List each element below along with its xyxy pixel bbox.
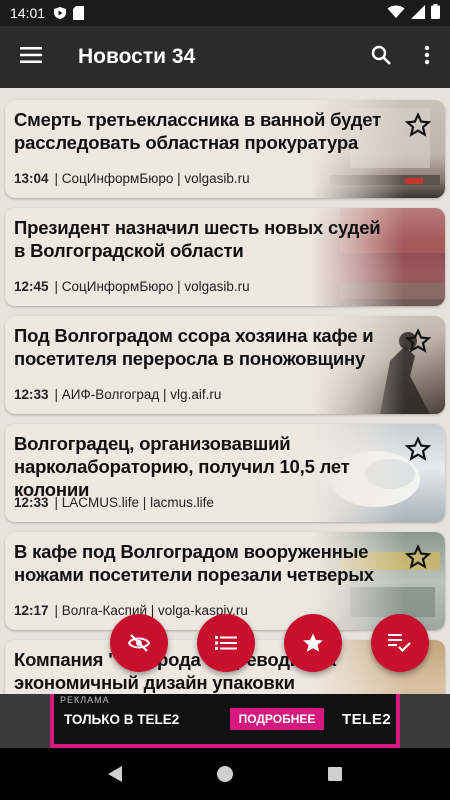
more-vert-icon [424, 45, 430, 70]
hide-read-button[interactable] [110, 614, 168, 672]
star-outline-icon [404, 544, 432, 569]
recents-button[interactable] [315, 754, 355, 794]
news-time: 12:33 [14, 495, 49, 510]
search-icon [371, 45, 391, 70]
list-view-button[interactable] [197, 614, 255, 672]
ad-text: ТОЛЬКО В TELE2 [64, 712, 180, 727]
back-triangle-icon [108, 766, 122, 782]
news-source: | АИФ-Волгоград | vlg.aif.ru [54, 387, 222, 402]
page-title: Новости 34 [78, 45, 196, 68]
recents-square-icon [328, 767, 342, 781]
star-filled-icon [303, 633, 323, 652]
favorite-button[interactable] [404, 544, 432, 570]
status-bar: 14:01 [0, 0, 450, 26]
news-source: | СоцИнформБюро | volgasib.ru [54, 171, 250, 186]
news-time: 12:33 [14, 387, 49, 402]
favorite-button[interactable] [404, 436, 432, 462]
favorite-button[interactable] [404, 112, 432, 138]
eye-off-icon [127, 634, 151, 652]
news-headline: Президент назначил шесть новых судей в В… [14, 217, 381, 261]
app-bar: Новости 34 [0, 26, 450, 88]
home-button[interactable] [205, 754, 245, 794]
system-nav-bar [0, 748, 450, 800]
news-source: | LACMUS.life | lacmus.life [54, 495, 214, 510]
star-outline-icon [404, 328, 432, 353]
news-card[interactable]: Смерть третьеклассника в ванной будет ра… [5, 100, 445, 198]
news-time: 12:17 [14, 603, 49, 618]
news-meta: 12:33 | LACMUS.life | lacmus.life [14, 495, 214, 510]
ad-banner[interactable]: РЕКЛАМА ТОЛЬКО В TELE2 ПОДРОБНЕЕ TELE2 [50, 694, 400, 748]
mark-all-read-button[interactable] [371, 614, 429, 672]
ad-cta-button[interactable]: ПОДРОБНЕЕ [230, 708, 324, 730]
news-headline: В кафе под Волгоградом вооруженные ножам… [14, 541, 374, 585]
news-meta: 13:04 | СоцИнформБюро | volgasib.ru [14, 171, 250, 186]
news-source: | СоцИнформБюро | volgasib.ru [54, 279, 250, 294]
news-time: 12:45 [14, 279, 49, 294]
favorites-button[interactable] [284, 614, 342, 672]
news-meta: 12:33 | АИФ-Волгоград | vlg.aif.ru [14, 387, 221, 402]
news-card[interactable]: Волгоградец, организовавший нарколаборат… [5, 424, 445, 522]
playlist-check-icon [388, 634, 411, 653]
more-options-button[interactable] [404, 26, 450, 88]
back-button[interactable] [95, 754, 135, 794]
ad-container: РЕКЛАМА ТОЛЬКО В TELE2 ПОДРОБНЕЕ TELE2 [0, 694, 450, 748]
news-headline: Смерть третьеклассника в ванной будет ра… [14, 109, 381, 153]
sd-card-icon [73, 6, 85, 20]
menu-button[interactable] [0, 26, 62, 88]
news-card[interactable]: Президент назначил шесть новых судей в В… [5, 208, 445, 306]
news-feed[interactable]: Смерть третьеклассника в ванной будет ра… [0, 88, 450, 694]
news-card[interactable]: Под Волгоградом ссора хозяина кафе и пос… [5, 316, 445, 414]
star-outline-icon [404, 112, 432, 137]
favorite-button[interactable] [404, 328, 432, 354]
star-outline-icon [404, 436, 432, 461]
news-meta: 12:45 | СоцИнформБюро | volgasib.ru [14, 279, 250, 294]
ad-logo: TELE2 [342, 711, 392, 728]
search-button[interactable] [358, 26, 404, 88]
battery-icon [431, 4, 440, 22]
news-headline: Под Волгоградом ссора хозяина кафе и пос… [14, 325, 374, 369]
shield-play-icon [53, 6, 67, 20]
hamburger-icon [20, 46, 42, 68]
ad-label: РЕКЛАМА [60, 695, 110, 705]
news-time: 13:04 [14, 171, 49, 186]
home-circle-icon [217, 766, 233, 782]
news-headline: Волгоградец, организовавший нарколаборат… [14, 433, 350, 500]
status-time: 14:01 [10, 5, 46, 21]
list-icon [215, 636, 237, 650]
wifi-icon [387, 5, 405, 22]
signal-icon [411, 4, 425, 22]
